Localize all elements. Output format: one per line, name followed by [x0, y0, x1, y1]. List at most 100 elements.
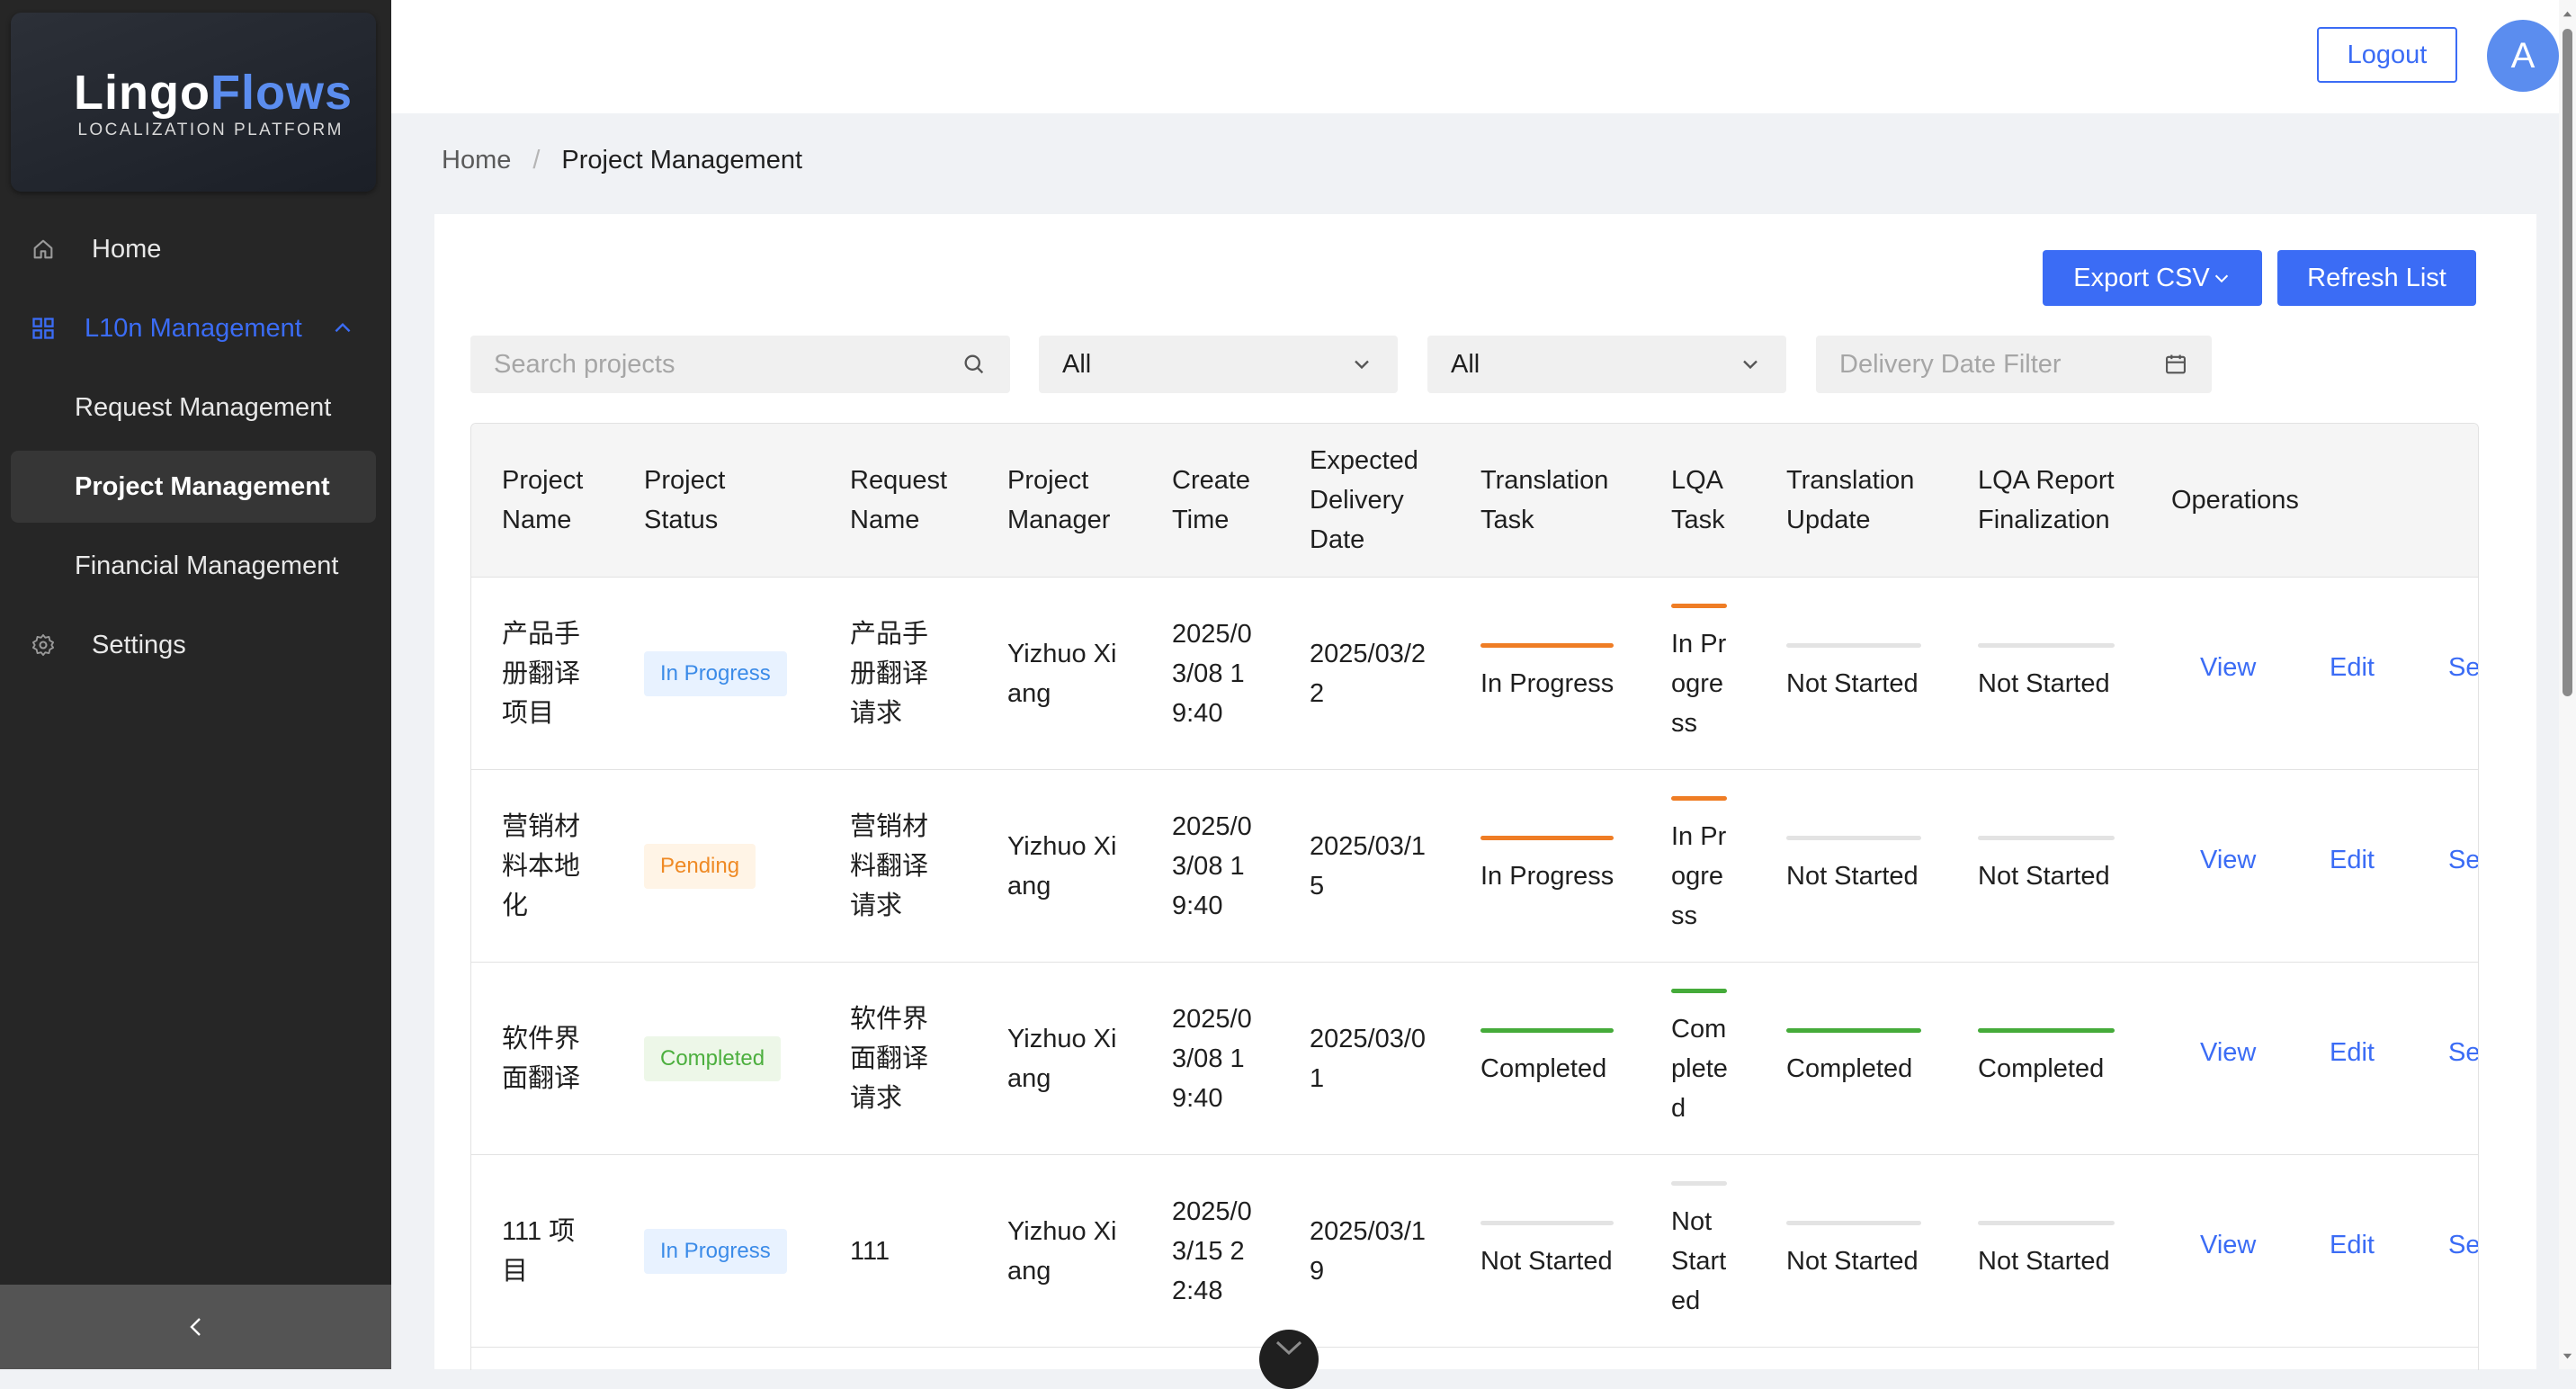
- search-icon: [964, 354, 984, 374]
- column-header[interactable]: LQA Report Finalization: [1978, 424, 2135, 577]
- view-link[interactable]: View: [2200, 846, 2256, 875]
- sidebar-item-settings[interactable]: Settings: [0, 609, 391, 681]
- column-header[interactable]: Project Status: [644, 424, 752, 577]
- search-input[interactable]: Search projects: [470, 336, 1010, 393]
- project-name-cell: 营销材料本地化: [502, 811, 581, 920]
- brand-logo: LingoFlows LOCALIZATION PLATFORM: [11, 13, 376, 192]
- lqa-task-status: In Progress: [1671, 822, 1727, 930]
- sidebar-item-project-management[interactable]: Project Management: [11, 451, 376, 523]
- sidebar-item-label: Request Management: [75, 392, 332, 422]
- translation-task-status: In Progress: [1480, 669, 1614, 698]
- column-header[interactable]: Request Name: [850, 424, 967, 577]
- translation-update-status: Completed: [1786, 1054, 1913, 1083]
- chevron-down-icon: [1743, 360, 1758, 370]
- more-operation-link[interactable]: Se: [2448, 1038, 2478, 1068]
- chevron-down-icon: [2214, 274, 2228, 283]
- status-filter-select[interactable]: All: [1039, 336, 1398, 393]
- lqa-report-status: Not Started: [1978, 862, 2110, 891]
- chevron-up-icon: [335, 322, 351, 333]
- manager-cell: Yizhuo Xiang: [1007, 1024, 1117, 1093]
- chevron-left-icon: [189, 1318, 201, 1336]
- sidebar-item-l10n-management[interactable]: L10n Management: [0, 292, 391, 364]
- delivery-date-cell: 2025/03/01: [1310, 1024, 1427, 1093]
- refresh-list-button[interactable]: Refresh List: [2277, 250, 2476, 306]
- create-time-cell: 2025/03/08 19:40: [1172, 811, 1252, 920]
- sidebar-item-request-management[interactable]: Request Management: [0, 372, 391, 444]
- translation-task-cell: In Progress: [1480, 578, 1615, 769]
- manager-filter-select[interactable]: All: [1427, 336, 1786, 393]
- status-badge: In Progress: [644, 650, 787, 696]
- delivery-date-filter[interactable]: Delivery Date Filter: [1816, 336, 2212, 393]
- translation-task-cell: In Progress: [1480, 770, 1615, 962]
- export-csv-button[interactable]: Export CSV: [2043, 250, 2262, 306]
- top-header: Logout A: [391, 0, 2559, 113]
- more-operation-link[interactable]: Se: [2448, 846, 2478, 875]
- request-name-cell: 产品手册翻译请求: [850, 619, 929, 728]
- scroll-down-button[interactable]: [1259, 1330, 1319, 1389]
- edit-link[interactable]: Edit: [2330, 846, 2375, 875]
- lqa-task-status: Completed: [1671, 1015, 1728, 1123]
- request-name-cell: 111: [850, 1236, 890, 1266]
- avatar[interactable]: A: [2487, 20, 2559, 92]
- column-header[interactable]: Project Manager: [1007, 424, 1133, 577]
- export-csv-label: Export CSV: [2073, 263, 2210, 292]
- sidebar-item-label: Settings: [92, 630, 186, 659]
- progress-bar: [1480, 1028, 1614, 1033]
- column-header[interactable]: LQA Task: [1671, 424, 1743, 577]
- column-header[interactable]: Project Name: [502, 424, 610, 577]
- scrollbar-thumb[interactable]: [2563, 29, 2572, 696]
- create-time-cell: 2025/03/08 19:40: [1172, 619, 1252, 728]
- table-row: 营销材料本地化 Pending 营销材料翻译请求 Yizhuo Xiang 20…: [471, 770, 2478, 963]
- chevron-down-icon: [1355, 360, 1369, 370]
- status-badge: In Progress: [644, 1228, 787, 1274]
- logout-button[interactable]: Logout: [2317, 27, 2457, 83]
- edit-link[interactable]: Edit: [2330, 1231, 2375, 1260]
- progress-bar: [1786, 836, 1921, 840]
- sidebar-item-label: Home: [92, 234, 162, 264]
- project-status-cell: Completed: [644, 963, 782, 1154]
- more-operation-link[interactable]: Se: [2448, 653, 2478, 683]
- delivery-date-cell: 2025/03/19: [1310, 1216, 1427, 1286]
- projects-table: Project Name Project Status Request Name…: [470, 423, 2479, 1370]
- scroll-up-arrow-icon[interactable]: [2561, 7, 2574, 21]
- progress-bar: [1671, 1181, 1727, 1186]
- manager-cell: Yizhuo Xiang: [1007, 831, 1117, 901]
- scroll-down-arrow-icon[interactable]: [2561, 1349, 2574, 1363]
- sidebar-item-financial-management[interactable]: Financial Management: [0, 530, 391, 602]
- table-row: 111 项目 In Progress 111 Yizhuo Xiang 2025…: [471, 1155, 2478, 1348]
- lqa-task-cell: In Progress: [1671, 770, 1732, 962]
- edit-link[interactable]: Edit: [2330, 653, 2375, 683]
- date-filter-placeholder: Delivery Date Filter: [1839, 349, 2062, 379]
- manager-cell: Yizhuo Xiang: [1007, 639, 1117, 708]
- edit-link[interactable]: Edit: [2330, 1038, 2375, 1068]
- lqa-report-status: Completed: [1978, 1054, 2105, 1083]
- sidebar-collapse-button[interactable]: [0, 1285, 391, 1369]
- delivery-date-cell: 2025/03/22: [1310, 639, 1427, 708]
- translation-update-cell: Not Started: [1786, 1155, 1930, 1347]
- column-header[interactable]: Translation Update: [1786, 424, 1939, 577]
- column-header[interactable]: Create Time: [1172, 424, 1280, 577]
- status-filter-value: All: [1062, 349, 1092, 379]
- breadcrumb-home-link[interactable]: Home: [442, 146, 511, 175]
- more-operation-link[interactable]: Se: [2448, 1231, 2478, 1260]
- lqa-report-cell: Not Started: [1978, 578, 2122, 769]
- home-icon: [33, 239, 53, 259]
- translation-update-cell: Completed: [1786, 963, 1930, 1154]
- view-link[interactable]: View: [2200, 1038, 2256, 1068]
- translation-task-cell: Completed: [1480, 963, 1615, 1154]
- progress-bar: [1978, 643, 2115, 648]
- status-badge: Pending: [644, 843, 756, 889]
- progress-bar: [1671, 989, 1727, 993]
- gear-icon: [31, 633, 55, 657]
- sidebar-item-home[interactable]: Home: [0, 213, 391, 285]
- view-link[interactable]: View: [2200, 653, 2256, 683]
- breadcrumb: Home / Project Management: [442, 146, 802, 175]
- status-badge: Completed: [644, 1035, 782, 1081]
- column-header[interactable]: Expected Delivery Date: [1310, 424, 1436, 577]
- column-header[interactable]: Translation Task: [1480, 424, 1629, 577]
- project-name-cell: 111 项目: [502, 1216, 576, 1286]
- lqa-task-status: In Progress: [1671, 630, 1727, 738]
- create-time-cell: 2025/03/15 22:48: [1172, 1196, 1252, 1305]
- lqa-task-status: Not Started: [1671, 1207, 1727, 1315]
- view-link[interactable]: View: [2200, 1231, 2256, 1260]
